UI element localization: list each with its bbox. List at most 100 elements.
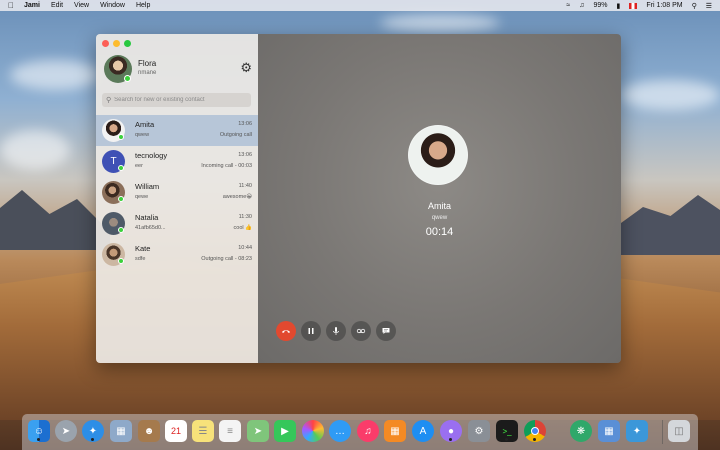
cloud — [0, 130, 70, 170]
app-store-icon[interactable]: A — [412, 420, 434, 442]
contact-id: qewe — [135, 194, 149, 200]
notification-center-icon[interactable]: ☰ — [706, 2, 712, 10]
account-name: Flora — [138, 59, 157, 68]
system-preferences-icon[interactable]: ⚙ — [468, 420, 490, 442]
contact-id: qwew — [135, 132, 150, 138]
finder-icon[interactable]: ☺ — [28, 420, 50, 442]
conversation-item-kate[interactable]: Kate sdfe 10:44 Outgoing call - 08:23 — [96, 239, 258, 270]
call-timer: 00:14 — [425, 226, 454, 238]
spotlight-icon[interactable]: ⚲ — [692, 2, 697, 10]
messages-icon[interactable]: … — [329, 420, 351, 442]
phone-hangup-icon — [282, 330, 290, 333]
mountain — [0, 190, 110, 250]
maps-icon[interactable]: ➤ — [247, 420, 269, 442]
online-status-icon — [118, 258, 124, 264]
clock[interactable]: Fri 1:08 PM — [646, 2, 682, 9]
record-button[interactable] — [351, 321, 371, 341]
account-profile[interactable]: Flora nmane ⚙ — [104, 55, 254, 85]
online-status-icon — [118, 196, 124, 202]
conversation-item-amita[interactable]: Amita qwew 13:06 Outgoing call — [96, 115, 258, 146]
dock: ☺ ➤ ✦ ▦ ☻ 21 ☰ ≡ ➤ ▶ … ♫ ▦ A ● ⚙ >_ ❋ ▦ … — [22, 414, 698, 450]
microphone-icon — [333, 327, 339, 335]
facetime-icon[interactable]: ▶ — [274, 420, 296, 442]
cloud — [620, 80, 720, 110]
chat-icon — [382, 328, 390, 334]
caller-avatar — [408, 125, 468, 185]
minimize-window-button[interactable] — [113, 40, 120, 47]
conversation-time: 11:30 — [238, 214, 252, 220]
contact-name: William — [135, 182, 160, 191]
conversation-item-tecnology[interactable]: T tecnology eer 13:06 Incoming call - 00… — [96, 146, 258, 177]
pause-button[interactable] — [301, 321, 321, 341]
running-indicator — [91, 438, 94, 441]
input-source-flag-icon[interactable] — [629, 2, 638, 9]
music-icon[interactable]: ♫ — [357, 420, 379, 442]
xcode-icon[interactable]: ✦ — [626, 420, 648, 442]
menu-window[interactable]: Window — [100, 2, 125, 9]
contact-id: eer — [135, 163, 143, 169]
search-input[interactable] — [114, 97, 245, 103]
hangup-button[interactable] — [276, 321, 296, 341]
menu-app-name[interactable]: Jami — [24, 2, 40, 9]
running-indicator — [449, 438, 452, 441]
battery-icon[interactable]: ▮ — [617, 2, 621, 10]
conversation-time: 13:06 — [238, 121, 252, 127]
running-indicator — [505, 438, 508, 441]
gear-icon[interactable]: ⚙ — [240, 61, 252, 74]
chat-button[interactable] — [376, 321, 396, 341]
zoom-window-button[interactable] — [124, 40, 131, 47]
menu-bar:  Jami Edit View Window Help ≈ ♫ 99% ▮ F… — [0, 0, 720, 11]
volume-icon[interactable]: ♫ — [579, 2, 584, 9]
sidebar: Flora nmane ⚙ ⚲ Amita qwew 13:06 Outgoin… — [96, 34, 258, 363]
launchpad-icon[interactable]: ➤ — [55, 420, 77, 442]
last-interaction: Outgoing call — [219, 132, 252, 138]
dock-separator — [662, 420, 663, 444]
status-area: ≈ ♫ 99% ▮ Fri 1:08 PM ⚲ ☰ — [566, 2, 712, 10]
jami-window: Flora nmane ⚙ ⚲ Amita qwew 13:06 Outgoin… — [96, 34, 621, 363]
search-box[interactable]: ⚲ — [102, 93, 251, 107]
conversation-time: 11:40 — [238, 183, 252, 189]
trash-icon[interactable]: ◫ — [668, 420, 690, 442]
apple-icon[interactable]:  — [8, 1, 14, 10]
conversation-list: Amita qwew 13:06 Outgoing call T tecnolo… — [96, 115, 258, 270]
running-indicator — [533, 438, 536, 441]
conversation-time: 10:44 — [238, 245, 252, 251]
books-icon[interactable]: ▦ — [384, 420, 406, 442]
image-viewer-icon[interactable]: ▦ — [110, 420, 132, 442]
photos-icon[interactable] — [302, 420, 324, 442]
record-icon — [356, 328, 366, 334]
contact-id: 41afb65d0... — [135, 225, 166, 231]
contact-id: sdfe — [135, 256, 146, 262]
call-view: Amita qwew 00:14 — [258, 34, 621, 363]
close-window-button[interactable] — [102, 40, 109, 47]
reminders-icon[interactable]: ≡ — [219, 420, 241, 442]
network-app-icon[interactable]: ❋ — [570, 420, 592, 442]
contact-name: Amita — [135, 120, 155, 129]
terminal-icon[interactable]: >_ — [496, 420, 518, 442]
last-interaction: Incoming call - 00:03 — [201, 163, 252, 169]
calendar-icon[interactable]: 21 — [165, 420, 187, 442]
caller-id: qwew — [431, 215, 448, 221]
mute-microphone-button[interactable] — [326, 321, 346, 341]
safari-icon[interactable]: ✦ — [82, 420, 104, 442]
last-interaction: cool 👍 — [233, 225, 252, 231]
chrome-icon[interactable] — [524, 420, 546, 442]
conversation-time: 13:06 — [238, 152, 252, 158]
contacts-icon[interactable]: ☻ — [138, 420, 160, 442]
notes-icon[interactable]: ☰ — [192, 420, 214, 442]
contact-name: Natalia — [135, 213, 159, 222]
menu-edit[interactable]: Edit — [51, 2, 63, 9]
online-status-icon — [118, 227, 124, 233]
cloud — [380, 14, 500, 32]
menu-help[interactable]: Help — [136, 2, 150, 9]
preview-icon[interactable]: ▦ — [598, 420, 620, 442]
last-interaction: Outgoing call - 08:23 — [201, 256, 252, 262]
menu-view[interactable]: View — [74, 2, 89, 9]
conversation-item-william[interactable]: William qewe 11:40 awesome😀 — [96, 177, 258, 208]
wifi-icon[interactable]: ≈ — [566, 2, 570, 9]
battery-percent[interactable]: 99% — [594, 2, 608, 9]
jami-app-icon[interactable]: ● — [440, 420, 462, 442]
caller-name: Amita — [427, 201, 451, 211]
conversation-item-natalia[interactable]: Natalia 41afb65d0... 11:30 cool 👍 — [96, 208, 258, 239]
search-icon: ⚲ — [106, 97, 112, 104]
